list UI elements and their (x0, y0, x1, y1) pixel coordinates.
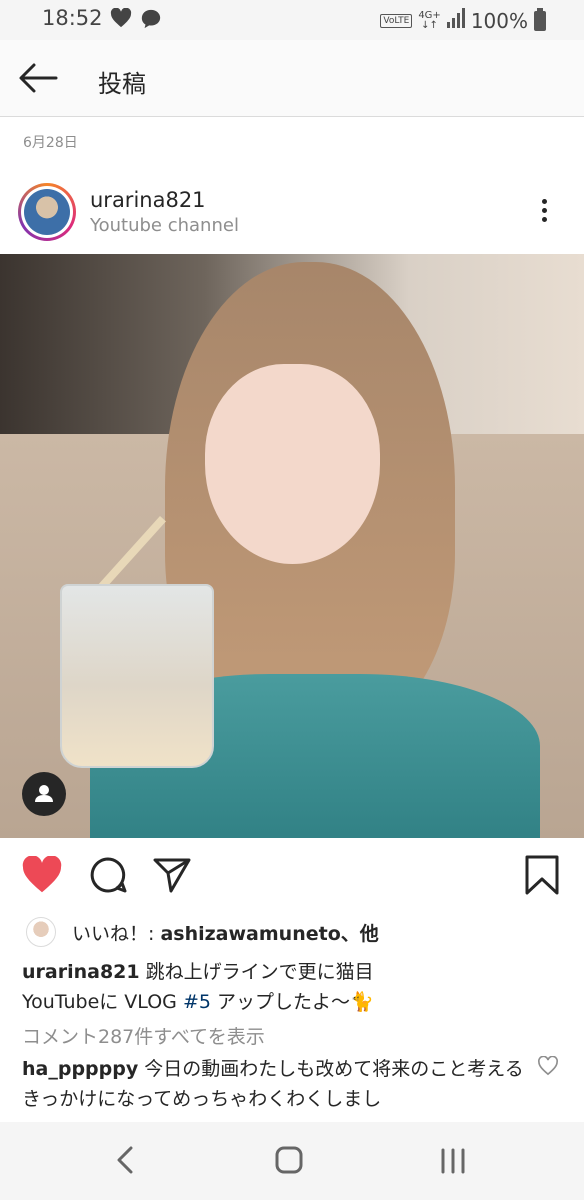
page-title: 投稿 (98, 70, 146, 98)
post-location[interactable]: Youtube channel (90, 215, 239, 236)
more-options-button[interactable] (534, 196, 554, 230)
home-square-icon (275, 1146, 303, 1174)
share-button[interactable] (152, 856, 192, 898)
system-nav-bar (0, 1122, 584, 1200)
heart-filled-icon (22, 855, 62, 893)
comment-button[interactable] (89, 856, 127, 898)
signal-icon (446, 8, 465, 33)
post-image[interactable] (0, 254, 584, 838)
save-button[interactable] (522, 854, 562, 900)
caption-username[interactable]: urarina821 (22, 961, 140, 983)
heart-icon (110, 7, 132, 34)
status-time: 18:52 (42, 6, 103, 30)
back-arrow-icon (19, 63, 58, 93)
comment-username[interactable]: ha_pppppy (22, 1058, 138, 1080)
status-bar: 18:52 VoLTE 4G+ ↓↑ 100% (0, 0, 584, 40)
post-caption: urarina821 跳ね上げラインで更に猫目 YouTubeに VLOG #5… (22, 961, 374, 1013)
volte-badge: VoLTE (380, 13, 413, 28)
view-all-comments-link[interactable]: コメント287件すべてを表示 (22, 1022, 265, 1049)
network-type: 4G+ ↓↑ (418, 9, 441, 31)
app-header: 投稿 (0, 40, 584, 117)
comment-bubble-icon (90, 857, 127, 893)
avatar[interactable] (18, 183, 76, 241)
recents-icon (441, 1148, 465, 1174)
chat-bubble-icon (140, 8, 162, 34)
comment-like-button[interactable] (537, 1055, 559, 1080)
nav-recents-button[interactable] (438, 1142, 468, 1182)
like-button[interactable] (21, 855, 63, 898)
battery-text: 100% (470, 8, 528, 33)
tagged-users-button[interactable] (22, 772, 66, 816)
battery-icon (534, 7, 546, 31)
nav-back-button[interactable] (112, 1142, 138, 1182)
likes-row[interactable]: いいね！: ashizawamuneto、他 (26, 916, 379, 948)
liker-username[interactable]: ashizawamuneto (160, 923, 340, 945)
paper-plane-icon (153, 858, 191, 893)
bookmark-icon (525, 855, 559, 895)
post-date: 6月28日 (23, 135, 78, 151)
more-dot-icon (541, 199, 547, 204)
heart-outline-icon (538, 1055, 558, 1076)
hashtag-link[interactable]: #5 (183, 991, 211, 1013)
comment-item: ha_pppppy 今日の動画わたしも改めて将来のこと考えるきっかけになってめっ… (22, 1054, 527, 1114)
post-username[interactable]: urarina821 (90, 188, 206, 212)
back-button[interactable] (16, 58, 60, 98)
post-action-bar (0, 838, 584, 916)
person-icon (35, 785, 53, 802)
chevron-left-icon (117, 1146, 133, 1174)
nav-home-button[interactable] (274, 1142, 304, 1182)
liker-avatar (26, 917, 56, 947)
